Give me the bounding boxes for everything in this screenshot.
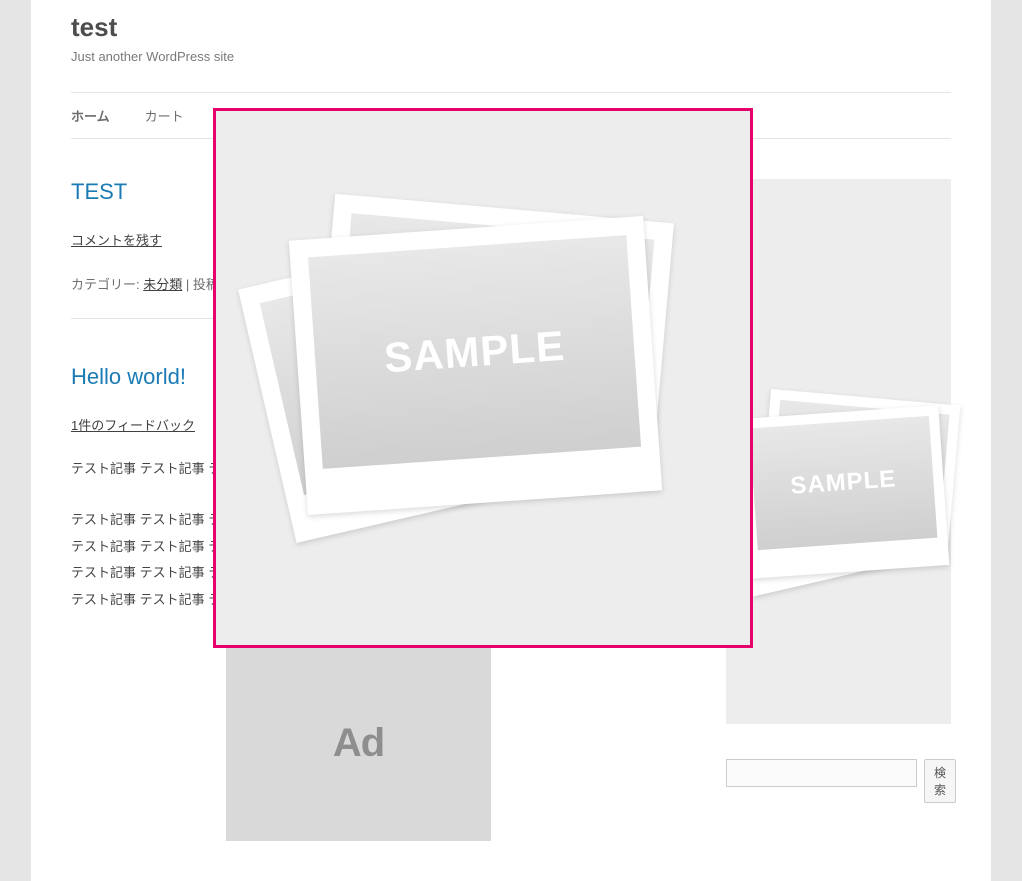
search-button[interactable]: 検索 bbox=[924, 759, 956, 803]
search-widget: 検索 bbox=[726, 759, 951, 803]
category-link[interactable]: 未分類 bbox=[143, 277, 182, 292]
sidebar-sample-widget: SAMPLE bbox=[726, 179, 951, 724]
sidebar: SAMPLE 検索 bbox=[726, 179, 951, 841]
photo-frame-front: SAMPLE bbox=[738, 405, 949, 579]
category-label: カテゴリー: bbox=[71, 277, 140, 292]
site-title[interactable]: test bbox=[71, 12, 951, 43]
meta-separator: | bbox=[186, 277, 193, 292]
feedback-link[interactable]: 1件のフィードバック bbox=[71, 415, 195, 434]
sample-label: SAMPLE bbox=[383, 322, 567, 383]
ad-placeholder[interactable]: Ad bbox=[226, 646, 491, 841]
ad-label: Ad bbox=[333, 721, 384, 766]
site-tagline: Just another WordPress site bbox=[71, 49, 951, 64]
photo-frame-front: SAMPLE bbox=[289, 216, 662, 515]
nav-home[interactable]: ホーム bbox=[71, 106, 110, 125]
sample-label: SAMPLE bbox=[789, 465, 897, 500]
leave-comment-link[interactable]: コメントを残す bbox=[71, 230, 162, 249]
sample-overlay-modal[interactable]: SAMPLE bbox=[213, 108, 753, 648]
search-input[interactable] bbox=[726, 759, 917, 787]
nav-cart[interactable]: カート bbox=[145, 106, 184, 125]
